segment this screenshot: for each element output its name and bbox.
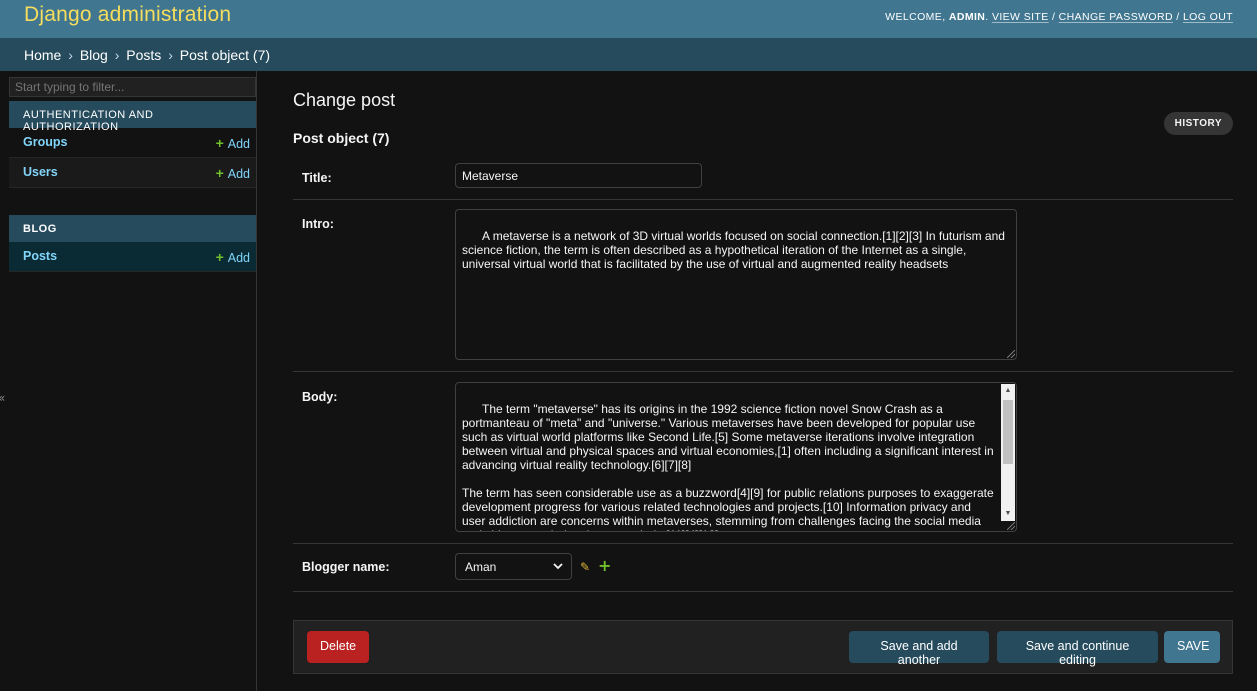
separator: / [1176,11,1180,23]
nav-sidebar: Authentication and Authorization Groups … [0,71,257,691]
breadcrumb-current: Post object (7) [179,47,271,63]
site-header: Django administration Welcome, admin. Vi… [0,0,1257,38]
add-posts-link[interactable]: + Add [216,249,250,265]
scroll-up-arrow-icon[interactable]: ▲ [1001,384,1015,398]
breadcrumb-posts[interactable]: Posts [126,47,161,63]
submit-row: Delete Save and add another Save and con… [293,620,1233,674]
logout-link[interactable]: Log out [1183,11,1233,23]
history-button[interactable]: History [1163,112,1233,135]
edit-related-icon[interactable]: ✎ [580,560,590,574]
app-blog: Blog Posts + Add [9,215,256,272]
blogger-name-select[interactable]: Aman [455,553,572,580]
resize-handle-icon[interactable] [1007,350,1015,358]
save-continue-button[interactable]: Save and continue editing [997,631,1158,667]
save-button[interactable]: Save [1164,631,1220,663]
sidebar-item-users[interactable]: Users + Add [9,158,256,188]
collapse-sidebar-icon[interactable]: « [0,391,5,405]
view-site-link[interactable]: View site [992,11,1049,23]
model-link-groups[interactable]: Groups [23,135,67,149]
sidebar-item-posts[interactable]: Posts + Add [9,242,256,272]
add-label: Add [227,137,250,151]
model-link-posts[interactable]: Posts [23,249,57,263]
sidebar-item-groups[interactable]: Groups + Add [9,128,256,158]
add-label: Add [227,251,250,265]
body-text: The term "metaverse" has its origins in … [462,402,994,531]
breadcrumb-separator: › [168,47,173,63]
object-title: Post object (7) [293,130,390,146]
field-row-blogger-name: Blogger name: Aman ✎ + [293,544,1233,592]
welcome-text: Welcome, [885,11,946,23]
plus-icon: + [215,165,224,181]
add-related-icon[interactable]: + [598,556,611,575]
model-link-users[interactable]: Users [23,165,58,179]
add-label: Add [227,167,250,181]
plus-icon: + [215,249,224,265]
intro-textarea[interactable]: A metaverse is a network of 3D virtual w… [455,209,1017,360]
body-label: Body: [302,390,338,404]
title-label: Title: [302,171,332,185]
page-title: Change post [293,90,396,110]
separator: / [1051,11,1056,23]
body-textarea[interactable]: The term "metaverse" has its origins in … [455,382,1017,532]
change-password-link[interactable]: Change password [1059,11,1173,23]
site-name[interactable]: Django administration [24,3,231,27]
field-row-body: Body: The term "metaverse" has its origi… [293,372,1233,544]
chevron-down-icon [553,563,563,570]
title-input[interactable]: Metaverse [455,163,702,188]
resize-handle-icon[interactable] [1007,522,1015,530]
blogger-name-label: Blogger name: [302,560,390,574]
username: admin [948,11,986,23]
scroll-down-arrow-icon[interactable]: ▼ [1001,507,1015,521]
selected-value: Aman [465,560,497,574]
breadcrumb: Home › Blog › Posts › Post object (7) [0,38,1257,71]
app-caption[interactable]: Blog [9,215,256,242]
nav-filter-input[interactable] [9,77,256,97]
intro-label: Intro: [302,217,334,231]
plus-icon: + [215,135,224,151]
user-tools: Welcome, admin. View site / Change passw… [885,11,1233,23]
save-add-another-button[interactable]: Save and add another [849,631,989,667]
add-groups-link[interactable]: + Add [216,135,250,151]
scroll-thumb[interactable] [1003,400,1013,464]
add-users-link[interactable]: + Add [216,165,250,181]
delete-button[interactable]: Delete [307,631,369,663]
breadcrumb-home[interactable]: Home [24,47,61,63]
intro-text: A metaverse is a network of 3D virtual w… [462,229,1009,271]
breadcrumb-separator: › [114,47,120,63]
body-scrollbar[interactable]: ▲ ▼ [1001,384,1015,521]
field-row-intro: Intro: A metaverse is a network of 3D vi… [293,200,1233,372]
app-auth: Authentication and Authorization Groups … [9,101,256,188]
field-row-title: Title: Metaverse [293,156,1233,200]
breadcrumb-separator: › [68,47,73,63]
app-caption[interactable]: Authentication and Authorization [9,101,256,133]
breadcrumb-blog[interactable]: Blog [80,47,108,63]
